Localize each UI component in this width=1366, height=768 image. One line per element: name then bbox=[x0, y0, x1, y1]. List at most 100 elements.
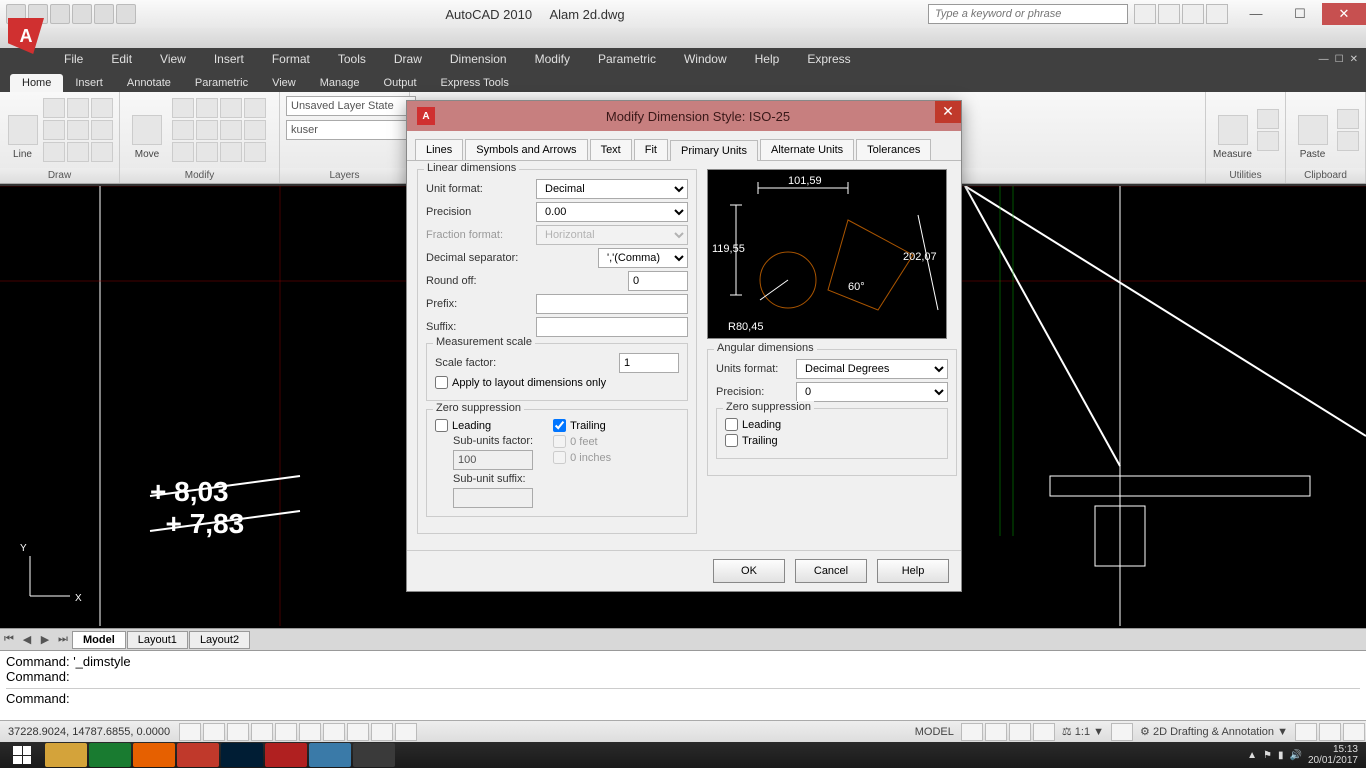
menu-item-modify[interactable]: Modify bbox=[521, 52, 584, 66]
menu-item-window[interactable]: Window bbox=[670, 52, 741, 66]
start-button[interactable] bbox=[0, 742, 44, 768]
layer-combo[interactable]: kuser bbox=[286, 120, 416, 140]
decimal-separator-select[interactable]: ','(Comma) bbox=[598, 248, 688, 268]
modify-tool-icon[interactable] bbox=[196, 120, 218, 140]
qat-save-icon[interactable] bbox=[50, 4, 70, 24]
panel-label[interactable]: Draw bbox=[0, 168, 119, 183]
menu-item-view[interactable]: View bbox=[146, 52, 200, 66]
precision-select[interactable]: 0.00 bbox=[536, 202, 688, 222]
unit-format-select[interactable]: Decimal bbox=[536, 179, 688, 199]
grid-button[interactable] bbox=[203, 723, 225, 741]
modify-tool-icon[interactable] bbox=[196, 142, 218, 162]
help-button[interactable]: Help bbox=[877, 559, 949, 583]
cancel-button[interactable]: Cancel bbox=[795, 559, 867, 583]
draw-tool-icon[interactable] bbox=[43, 142, 65, 162]
menu-item-format[interactable]: Format bbox=[258, 52, 324, 66]
layout-nav-next[interactable]: ▶ bbox=[36, 633, 54, 646]
angular-units-select[interactable]: Decimal Degrees bbox=[796, 359, 948, 379]
line-button[interactable]: Line bbox=[6, 100, 39, 160]
osnap-button[interactable] bbox=[275, 723, 297, 741]
minimize-button[interactable]: — bbox=[1234, 3, 1278, 25]
layout-nav-prev[interactable]: ◀ bbox=[18, 633, 36, 646]
move-button[interactable]: Move bbox=[126, 100, 168, 160]
otrack-button[interactable] bbox=[299, 723, 321, 741]
layer-state-combo[interactable]: Unsaved Layer State bbox=[286, 96, 416, 116]
status-tool-icon[interactable] bbox=[985, 723, 1007, 741]
taskbar-paint-icon[interactable] bbox=[353, 743, 395, 767]
close-button[interactable]: ✕ bbox=[1322, 3, 1366, 25]
workspace-switcher[interactable]: ⚙ 2D Drafting & Annotation ▼ bbox=[1134, 725, 1294, 738]
taskbar-photos-icon[interactable] bbox=[309, 743, 351, 767]
clip-tool-icon[interactable] bbox=[1337, 131, 1359, 151]
apply-layout-checkbox[interactable]: Apply to layout dimensions only bbox=[435, 376, 679, 389]
menu-item-edit[interactable]: Edit bbox=[97, 52, 146, 66]
ribbon-tab-parametric[interactable]: Parametric bbox=[183, 74, 260, 92]
angular-trailing-checkbox[interactable]: Trailing bbox=[725, 434, 939, 447]
leading-checkbox[interactable]: Leading bbox=[435, 419, 533, 432]
tab-fit[interactable]: Fit bbox=[634, 139, 668, 160]
draw-tool-icon[interactable] bbox=[43, 120, 65, 140]
menu-item-help[interactable]: Help bbox=[741, 52, 794, 66]
modify-tool-icon[interactable] bbox=[172, 120, 194, 140]
tab-tolerances[interactable]: Tolerances bbox=[856, 139, 931, 160]
doc-maximize-button[interactable]: ☐ bbox=[1333, 54, 1346, 65]
ribbon-tab-express[interactable]: Express Tools bbox=[429, 74, 521, 92]
round-off-input[interactable] bbox=[628, 271, 688, 291]
draw-tool-icon[interactable] bbox=[67, 142, 89, 162]
dialog-close-button[interactable]: ✕ bbox=[935, 101, 961, 123]
panel-label[interactable]: Clipboard bbox=[1286, 168, 1365, 183]
prefix-input[interactable] bbox=[536, 294, 688, 314]
annotation-scale[interactable]: ⚖ 1:1 ▼ bbox=[1056, 725, 1110, 738]
modify-tool-icon[interactable] bbox=[172, 98, 194, 118]
layout-nav-last[interactable]: ⏭ bbox=[54, 633, 72, 646]
menu-item-parametric[interactable]: Parametric bbox=[584, 52, 670, 66]
taskbar-autocad-icon[interactable] bbox=[265, 743, 307, 767]
draw-tool-icon[interactable] bbox=[91, 142, 113, 162]
modify-tool-icon[interactable] bbox=[220, 98, 242, 118]
layout-tab-model[interactable]: Model bbox=[72, 631, 126, 649]
tab-primary-units[interactable]: Primary Units bbox=[670, 140, 758, 161]
taskbar-firefox-icon[interactable] bbox=[133, 743, 175, 767]
menu-item-dimension[interactable]: Dimension bbox=[436, 52, 521, 66]
paste-button[interactable]: Paste bbox=[1292, 100, 1333, 160]
ribbon-tab-home[interactable]: Home bbox=[10, 74, 63, 92]
doc-minimize-button[interactable]: — bbox=[1317, 54, 1331, 65]
doc-close-button[interactable]: ✕ bbox=[1348, 54, 1360, 65]
snap-button[interactable] bbox=[179, 723, 201, 741]
ribbon-tab-manage[interactable]: Manage bbox=[308, 74, 372, 92]
tray-action-center-icon[interactable]: ⚑ bbox=[1263, 750, 1272, 761]
ortho-button[interactable] bbox=[227, 723, 249, 741]
angular-leading-checkbox[interactable]: Leading bbox=[725, 418, 939, 431]
coordinates-readout[interactable]: 37228.9024, 14787.6855, 0.0000 bbox=[0, 726, 178, 738]
taskbar-store-icon[interactable] bbox=[89, 743, 131, 767]
suffix-input[interactable] bbox=[536, 317, 688, 337]
scale-factor-input[interactable] bbox=[619, 353, 679, 373]
clock-time[interactable]: 15:13 bbox=[1308, 744, 1358, 755]
clock-date[interactable]: 20/01/2017 bbox=[1308, 755, 1358, 766]
qat-redo-icon[interactable] bbox=[94, 4, 114, 24]
ducs-button[interactable] bbox=[323, 723, 345, 741]
tab-lines[interactable]: Lines bbox=[415, 139, 463, 160]
modify-tool-icon[interactable] bbox=[172, 142, 194, 162]
command-window[interactable]: Command: '_dimstyle Command: Command: bbox=[0, 650, 1366, 720]
tab-text[interactable]: Text bbox=[590, 139, 632, 160]
draw-tool-icon[interactable] bbox=[67, 120, 89, 140]
polar-button[interactable] bbox=[251, 723, 273, 741]
status-tool-icon[interactable] bbox=[961, 723, 983, 741]
status-tool-icon[interactable] bbox=[1343, 723, 1365, 741]
command-input[interactable] bbox=[73, 691, 1360, 706]
menu-item-insert[interactable]: Insert bbox=[200, 52, 258, 66]
layout-tab-layout1[interactable]: Layout1 bbox=[127, 631, 188, 649]
modify-tool-icon[interactable] bbox=[196, 98, 218, 118]
draw-tool-icon[interactable] bbox=[91, 120, 113, 140]
tab-symbols-arrows[interactable]: Symbols and Arrows bbox=[465, 139, 587, 160]
layout-nav-first[interactable]: ⏮ bbox=[0, 633, 18, 646]
modify-tool-icon[interactable] bbox=[220, 142, 242, 162]
panel-label[interactable]: Utilities bbox=[1206, 168, 1285, 183]
menu-item-express[interactable]: Express bbox=[793, 52, 864, 66]
status-tool-icon[interactable] bbox=[1295, 723, 1317, 741]
draw-tool-icon[interactable] bbox=[91, 98, 113, 118]
util-tool-icon[interactable] bbox=[1257, 109, 1279, 129]
ribbon-tab-annotate[interactable]: Annotate bbox=[115, 74, 183, 92]
lwt-button[interactable] bbox=[371, 723, 393, 741]
